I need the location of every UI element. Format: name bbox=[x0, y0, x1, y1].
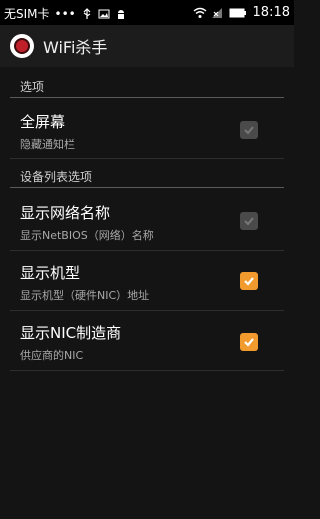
battery-icon bbox=[229, 7, 247, 19]
clock: 18:18 bbox=[252, 5, 290, 20]
carrier-label: 无SIM卡 bbox=[4, 7, 50, 21]
fullscreen-checkbox[interactable] bbox=[240, 121, 258, 139]
show-network-name-checkbox[interactable] bbox=[240, 212, 258, 230]
pref-summary: 显示机型（硬件NIC）地址 bbox=[20, 289, 150, 302]
check-icon bbox=[244, 126, 254, 135]
item-divider bbox=[10, 158, 284, 159]
pref-summary: 供应商的NIC bbox=[20, 349, 84, 362]
pref-title: 显示机型 bbox=[20, 264, 81, 282]
usb-icon bbox=[81, 7, 93, 20]
section-divider bbox=[10, 187, 284, 188]
wifi-icon bbox=[193, 7, 206, 19]
item-divider bbox=[10, 370, 284, 371]
pref-title: 全屏幕 bbox=[20, 113, 66, 131]
pref-title: 显示网络名称 bbox=[20, 204, 111, 222]
item-divider bbox=[10, 250, 284, 251]
android-icon bbox=[115, 8, 127, 20]
signal-icon bbox=[211, 7, 223, 19]
check-icon bbox=[244, 338, 254, 347]
pref-title: 显示NIC制造商 bbox=[20, 324, 122, 342]
notification-dots: ••• bbox=[54, 6, 76, 21]
pref-summary: 显示NetBIOS（网络）名称 bbox=[20, 229, 154, 242]
section-header-device-list: 设备列表选项 bbox=[20, 170, 93, 184]
item-divider bbox=[10, 310, 284, 311]
app-title: WiFi杀手 bbox=[43, 38, 108, 57]
status-bar: 无SIM卡 ••• 18:18 bbox=[0, 0, 294, 25]
check-icon bbox=[244, 217, 254, 226]
check-icon bbox=[244, 277, 254, 286]
show-model-checkbox[interactable] bbox=[240, 272, 258, 290]
show-nic-vendor-checkbox[interactable] bbox=[240, 333, 258, 351]
section-divider bbox=[10, 97, 284, 98]
pref-summary: 隐藏通知栏 bbox=[20, 138, 75, 151]
action-bar: WiFi杀手 bbox=[0, 25, 294, 67]
app-logo-icon[interactable] bbox=[10, 34, 34, 58]
section-header-options: 选项 bbox=[20, 80, 45, 94]
image-icon bbox=[98, 8, 110, 20]
